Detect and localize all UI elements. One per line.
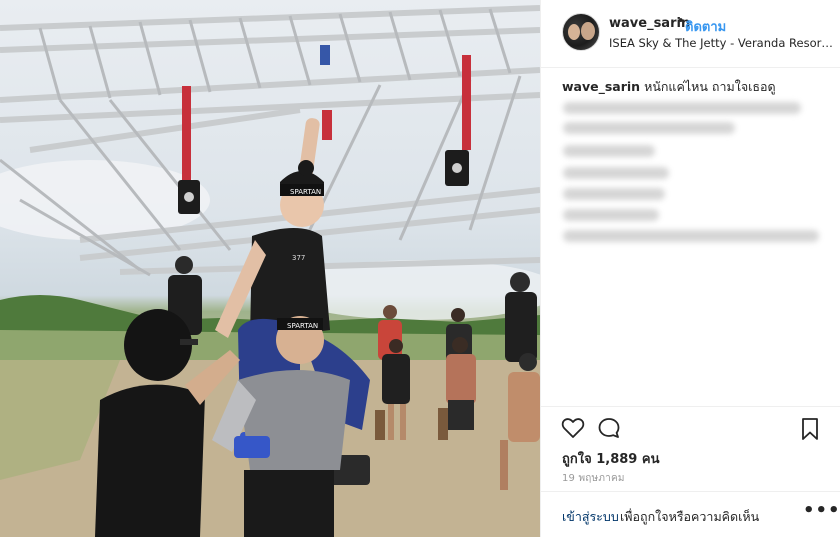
- post-caption: wave_sarin หนักแค่ไหน ถามใจเธอดู: [562, 78, 824, 96]
- avatar[interactable]: [562, 13, 600, 51]
- post-side-panel: wave_sarin • ติดตาม ISEA Sky & The Jetty…: [540, 0, 840, 537]
- caption-text: หนักแค่ไหน ถามใจเธอดู: [644, 79, 776, 94]
- comment-icon[interactable]: [597, 417, 621, 439]
- headband-text-1: SPARTAN: [290, 188, 321, 196]
- like-count[interactable]: ถูกใจ 1,889 คน: [562, 448, 659, 469]
- blurred-text-line: [563, 209, 659, 221]
- post-date[interactable]: 19 พฤษภาคม: [562, 471, 625, 486]
- location-link[interactable]: ISEA Sky & The Jetty - Veranda Resort Pa…: [609, 36, 837, 50]
- shirt-number: 377: [292, 254, 305, 262]
- comment-footer: เข้าสู่ระบบ เพื่อถูกใจหรือความคิดเห็น ••…: [541, 491, 840, 537]
- caption-username[interactable]: wave_sarin: [562, 79, 640, 94]
- post-actions-divider: [541, 406, 840, 407]
- blurred-text-line: [563, 230, 819, 242]
- login-prompt-text: เพื่อถูกใจหรือความคิดเห็น: [620, 509, 760, 524]
- separator-dot: •: [677, 14, 685, 29]
- headband-text-2: SPARTAN: [287, 322, 318, 330]
- login-link[interactable]: เข้าสู่ระบบ: [562, 507, 619, 527]
- blurred-text-line: [563, 102, 801, 114]
- more-options-icon[interactable]: •••: [803, 500, 840, 521]
- post-photo[interactable]: SPARTAN 377 SPARTAN: [0, 0, 540, 537]
- heart-icon[interactable]: [561, 417, 585, 439]
- post-header: wave_sarin • ติดตาม ISEA Sky & The Jetty…: [541, 0, 840, 68]
- blurred-text-line: [563, 145, 655, 157]
- bookmark-icon[interactable]: [799, 417, 821, 441]
- follow-button[interactable]: ติดตาม: [685, 16, 726, 37]
- photo-scene: SPARTAN 377 SPARTAN: [0, 5, 540, 537]
- blurred-text-line: [563, 188, 665, 200]
- blurred-text-line: [563, 167, 669, 179]
- blurred-text-line: [563, 122, 735, 134]
